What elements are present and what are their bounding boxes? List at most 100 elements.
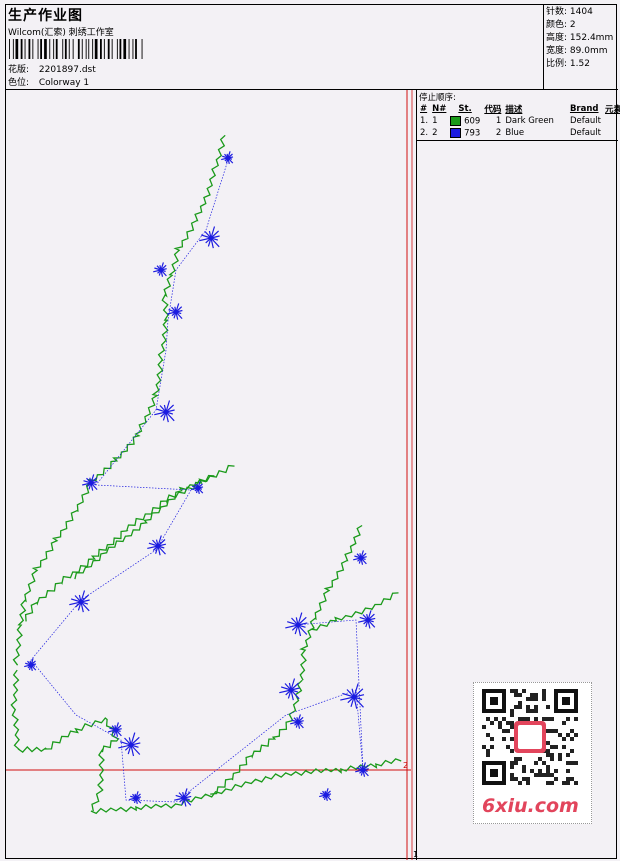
- qr-module: [494, 717, 498, 721]
- qr-module: [518, 705, 522, 709]
- barcode-bar: [141, 39, 143, 59]
- scale-label: 比例:: [546, 59, 568, 69]
- blue-satin-burst: [319, 788, 332, 802]
- barcode-bar: [103, 39, 105, 59]
- jump-stitch-link: [30, 159, 364, 803]
- qr-module: [566, 781, 570, 785]
- qr-module: [498, 721, 502, 725]
- color-swatch: [450, 127, 462, 138]
- row-stitches: 793: [448, 127, 482, 139]
- qr-module: [534, 717, 538, 721]
- qr-module: [558, 733, 562, 737]
- blue-satin-burst: [82, 474, 98, 491]
- qr-module: [534, 697, 538, 701]
- qr-module: [538, 773, 542, 777]
- qr-module: [486, 717, 490, 721]
- colorway-label: 色位:: [8, 78, 30, 88]
- green-stitch-run: [310, 592, 399, 631]
- height-row: 高度: 152.4mm: [546, 32, 616, 45]
- panel-divider: [416, 141, 417, 860]
- qr-module: [514, 761, 518, 765]
- qr-module: [514, 777, 518, 781]
- table-header: # N# St. 代码 描述 Brand 元素: [418, 103, 620, 115]
- qr-module: [546, 769, 550, 773]
- qr-finder-core: [490, 769, 498, 777]
- qr-module: [554, 769, 558, 773]
- blue-satin-burst: [69, 590, 90, 613]
- qr-module: [570, 737, 574, 741]
- qr-module: [574, 761, 578, 765]
- green-stitch-run: [299, 524, 363, 681]
- green-stitch-run: [90, 758, 402, 815]
- barcode-bar: [24, 39, 26, 59]
- color-count: 2: [569, 20, 576, 30]
- qr-module: [570, 749, 574, 753]
- blue-satin-burst: [147, 535, 167, 556]
- qr-module: [486, 753, 490, 757]
- qr-module: [558, 757, 562, 761]
- barcode-bar: [53, 39, 55, 59]
- qr-module: [546, 773, 550, 777]
- barcode-bar: [49, 39, 51, 59]
- qr-module: [566, 769, 570, 773]
- row-element: [603, 115, 620, 127]
- green-stitch-run: [74, 474, 215, 580]
- qr-module: [550, 729, 554, 733]
- barcode-bar: [37, 39, 39, 59]
- qr-module: [526, 781, 530, 785]
- barcode-bar: [72, 39, 74, 59]
- row-brand: Default: [569, 116, 602, 126]
- qr-finder-core: [490, 697, 498, 705]
- qr-module: [530, 693, 534, 697]
- qr-module: [522, 689, 526, 693]
- qr-module: [546, 749, 550, 753]
- qr-module: [510, 777, 514, 781]
- qr-module: [526, 777, 530, 781]
- barcode-bar: [92, 39, 94, 59]
- barcode-bar: [94, 39, 98, 59]
- qr-module: [574, 717, 578, 721]
- qr-module: [534, 693, 538, 697]
- qr-module: [550, 773, 554, 777]
- barcode-bar: [44, 39, 47, 59]
- design-file-row: 花版: 2201897.dst: [8, 62, 96, 75]
- qr-module: [550, 757, 554, 761]
- barcode-bar: [62, 39, 64, 59]
- qr-module: [546, 717, 550, 721]
- barcode-bar: [77, 39, 80, 59]
- stop-sequence-table: # N# St. 代码 描述 Brand 元素 1. 1 609 1 Dark …: [418, 103, 620, 139]
- green-stitch-run: [12, 134, 226, 666]
- stitch-count-row: 针数: 1404: [546, 6, 616, 19]
- qr-module: [534, 773, 538, 777]
- qr-module: [490, 737, 494, 741]
- qr-module: [498, 725, 502, 729]
- qr-module: [566, 717, 570, 721]
- blue-satin-burst: [285, 612, 308, 637]
- row-stitch-count: 793: [464, 128, 481, 139]
- row-code: 1: [495, 116, 502, 126]
- qr-module: [522, 717, 526, 721]
- barcode-bar: [15, 39, 19, 59]
- qr-module: [562, 781, 566, 785]
- qr-module: [506, 721, 510, 725]
- barcode-bar: [32, 39, 34, 59]
- blue-satin-burst: [129, 791, 142, 805]
- barcode-bar: [107, 39, 110, 59]
- barcode-bar: [68, 39, 70, 59]
- qr-module: [526, 717, 530, 721]
- qr-module: [482, 745, 486, 749]
- qr-module: [502, 737, 506, 741]
- qr-module: [490, 745, 494, 749]
- qr-module: [538, 769, 542, 773]
- col-stitches: St.: [458, 104, 472, 114]
- green-stitch-run: [24, 464, 235, 622]
- row-description: Dark Green: [505, 116, 554, 126]
- qr-module: [570, 729, 574, 733]
- blue-satin-burst: [108, 722, 122, 737]
- height-label: 高度:: [546, 33, 568, 43]
- col-element: 元素: [605, 105, 620, 115]
- qr-module: [502, 717, 506, 721]
- qr-module: [546, 781, 550, 785]
- color-count-label: 颜色:: [546, 20, 568, 30]
- qr-module: [542, 697, 546, 701]
